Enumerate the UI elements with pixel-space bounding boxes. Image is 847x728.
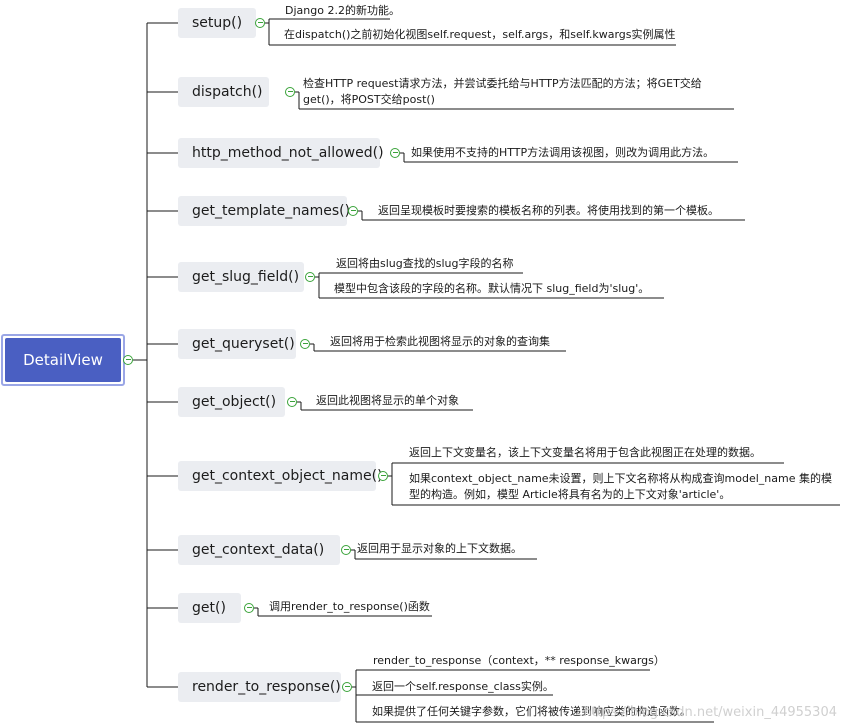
detail-text: 如果使用不支持的HTTP方法调用该视图，则改为调用此方法。 xyxy=(411,146,715,159)
method-node-render-to-response[interactable]: render_to_response() xyxy=(178,672,341,702)
method-node-get-queryset[interactable]: get_queryset() xyxy=(178,329,296,359)
method-node-dispatch[interactable]: dispatch() xyxy=(178,77,269,107)
detail-text: 返回呈现模板时要搜索的模板名称的列表。将使用找到的第一个模板。 xyxy=(378,204,719,217)
collapse-icon[interactable] xyxy=(390,148,400,158)
detail-text: 调用render_to_response()函数 xyxy=(269,600,430,613)
method-node-http-method-not-allowed[interactable]: http_method_not_allowed() xyxy=(178,138,384,168)
collapse-icon[interactable] xyxy=(287,397,297,407)
detail-text: 返回将由slug查找的slug字段的名称 xyxy=(336,257,514,270)
collapse-icon[interactable] xyxy=(305,272,315,282)
collapse-icon[interactable] xyxy=(342,682,352,692)
detail-text: 返回将用于检索此视图将显示的对象的查询集 xyxy=(330,335,550,348)
collapse-icon[interactable] xyxy=(244,603,254,613)
detail-text: render_to_response（context，** response_k… xyxy=(373,654,665,667)
detail-text: 模型中包含该段的字段的名称。默认情况下 slug_field为'slug'。 xyxy=(334,282,650,295)
collapse-icon[interactable] xyxy=(348,206,358,216)
method-node-get-object[interactable]: get_object() xyxy=(178,387,285,417)
method-node-get-context-data[interactable]: get_context_data() xyxy=(178,535,340,565)
detail-text: 返回上下文变量名，该上下文变量名将用于包含此视图正在处理的数据。 xyxy=(409,446,761,459)
root-node-label: DetailView xyxy=(5,338,121,382)
root-collapse-icon[interactable] xyxy=(123,355,133,365)
detail-text: 返回一个self.response_class实例。 xyxy=(372,680,554,693)
watermark: https://blog.csdn.net/weixin_44955304 xyxy=(583,705,837,720)
collapse-icon[interactable] xyxy=(255,18,265,28)
detail-text: 返回此视图将显示的单个对象 xyxy=(316,394,459,407)
collapse-icon[interactable] xyxy=(378,471,388,481)
root-node[interactable]: DetailView xyxy=(1,334,125,386)
method-node-get-context-object-name[interactable]: get_context_object_name() xyxy=(178,461,383,491)
detail-text: Django 2.2的新功能。 xyxy=(285,4,400,17)
collapse-icon[interactable] xyxy=(285,87,295,97)
method-node-setup[interactable]: setup() xyxy=(178,8,256,38)
method-node-get-template-names[interactable]: get_template_names() xyxy=(178,196,350,226)
collapse-icon[interactable] xyxy=(300,339,310,349)
method-node-get-slug-field[interactable]: get_slug_field() xyxy=(178,262,304,292)
detail-text: 在dispatch()之前初始化视图self.request，self.args… xyxy=(284,28,676,41)
collapse-icon[interactable] xyxy=(341,545,351,555)
detail-text: 如果context_object_name未设置，则上下文名称将从构成查询mod… xyxy=(409,472,832,501)
method-node-get[interactable]: get() xyxy=(178,593,241,623)
detail-text: 返回用于显示对象的上下文数据。 xyxy=(357,542,522,555)
detail-text: 检查HTTP request请求方法，并尝试委托给与HTTP方法匹配的方法；将G… xyxy=(303,77,702,106)
